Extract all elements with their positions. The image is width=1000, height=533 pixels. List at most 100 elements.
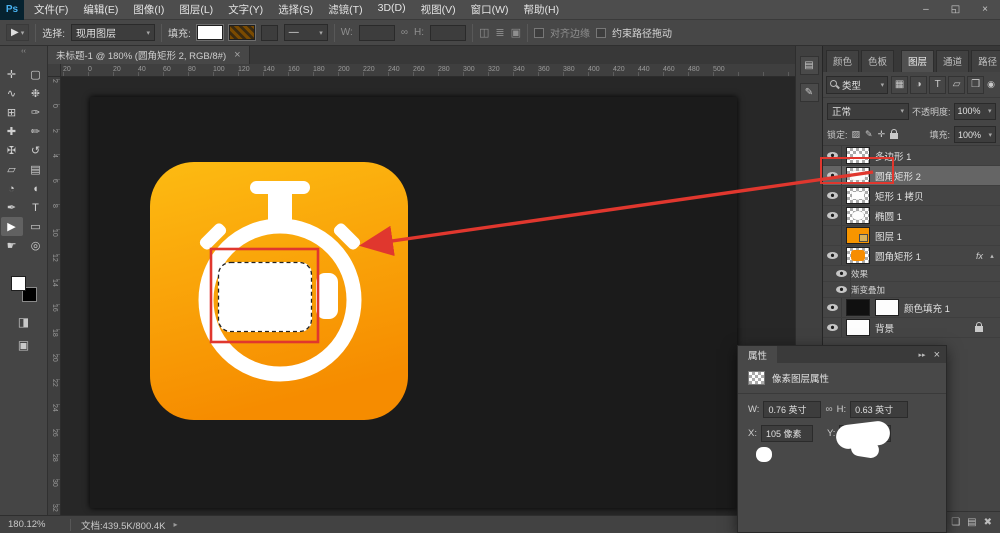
toolbar-collapse-icon[interactable]: ‹‹ <box>21 46 26 57</box>
layer-name[interactable]: 效果 <box>851 268 983 280</box>
type-tool[interactable]: T <box>25 198 47 217</box>
height-field[interactable] <box>430 25 466 41</box>
restore-button[interactable]: ◱ <box>951 4 960 15</box>
layer-row[interactable]: 圆角矩形 2 <box>823 166 1000 186</box>
layer-thumbnail[interactable] <box>846 187 870 204</box>
layer-thumbnail[interactable] <box>846 147 870 164</box>
layer-row[interactable]: 颜色填充 1 <box>823 298 1000 318</box>
layer-row[interactable]: 椭圆 1 <box>823 206 1000 226</box>
lock-icon[interactable] <box>890 133 898 139</box>
filter-pixel-layers-icon[interactable]: ▦ <box>891 76 908 94</box>
lock-icon[interactable]: ✛ <box>878 129 886 140</box>
filter-type-layers-icon[interactable]: T <box>929 76 946 94</box>
link-dimensions-icon[interactable]: ∞ <box>401 27 408 38</box>
link-dimensions-icon[interactable]: ∞ <box>825 404 832 415</box>
align-edges-checkbox[interactable] <box>534 28 544 38</box>
tab-close-icon[interactable]: × <box>234 49 240 61</box>
menu-item[interactable]: 帮助(H) <box>524 2 560 17</box>
quick-select-tool[interactable]: ❉ <box>25 84 47 103</box>
eye-icon[interactable] <box>823 206 842 225</box>
eraser-tool[interactable]: ▱ <box>1 160 23 179</box>
menu-item[interactable]: 编辑(E) <box>83 2 118 17</box>
layer-thumbnail[interactable] <box>846 227 870 244</box>
menu-item[interactable]: 滤镜(T) <box>328 2 362 17</box>
layer-thumbnail[interactable] <box>846 299 870 316</box>
layer-name[interactable]: 渐变叠加 <box>851 284 983 296</box>
stroke-swatch[interactable] <box>229 25 255 40</box>
blur-tool[interactable]: ◔ <box>1 179 23 198</box>
minimize-button[interactable]: – <box>923 4 929 15</box>
prop-x-field[interactable]: 105 像素 <box>761 425 813 442</box>
stroke-width-field[interactable] <box>261 25 278 41</box>
eye-icon[interactable] <box>832 266 851 281</box>
tab-properties[interactable]: 属性 <box>738 346 777 363</box>
filter-shape-layers-icon[interactable]: ▱ <box>948 76 965 94</box>
prop-w-field[interactable]: 0.76 英寸 <box>763 401 821 418</box>
layer-row[interactable]: 图层 1 <box>823 226 1000 246</box>
lock-icon[interactable]: ✎ <box>865 129 873 140</box>
crop-tool[interactable]: ⊞ <box>1 103 23 122</box>
eye-icon[interactable] <box>823 246 842 265</box>
new-layer-icon[interactable]: ▤ <box>967 517 976 528</box>
layer-name[interactable]: 背景 <box>875 321 975 335</box>
constrain-path-checkbox[interactable] <box>596 28 606 38</box>
close-button[interactable]: × <box>982 4 988 15</box>
menu-item[interactable]: 图层(L) <box>179 2 213 17</box>
healing-brush-tool[interactable]: ✚ <box>1 122 23 141</box>
layer-thumbnail[interactable] <box>846 167 870 184</box>
layer-name[interactable]: 圆角矩形 1 <box>875 249 976 263</box>
gradient-tool[interactable]: ▤ <box>25 160 47 179</box>
menu-item[interactable]: 3D(D) <box>378 2 406 17</box>
layer-row[interactable]: 渐变叠加 <box>823 282 1000 298</box>
eye-icon[interactable] <box>823 146 842 165</box>
eye-icon[interactable] <box>823 166 842 185</box>
menu-item[interactable]: 图像(I) <box>133 2 164 17</box>
eye-icon[interactable] <box>832 282 851 297</box>
zoom-level-field[interactable]: 180.12% <box>0 519 70 530</box>
eyedropper-tool[interactable]: ✑ <box>25 103 47 122</box>
history-panel-icon[interactable]: ▤ <box>800 56 819 75</box>
opacity-field[interactable]: 100% ▾ <box>954 103 996 120</box>
eye-icon[interactable] <box>823 298 842 317</box>
eye-icon[interactable] <box>823 226 842 245</box>
layer-row[interactable]: 效果 <box>823 266 1000 282</box>
clone-stamp-tool[interactable]: ✠ <box>1 141 23 160</box>
layer-name[interactable]: 图层 1 <box>875 229 983 243</box>
path-arrange-icon[interactable]: ▣ <box>511 26 521 39</box>
lock-icon[interactable]: ▨ <box>852 129 861 140</box>
menu-item[interactable]: 文件(F) <box>34 2 68 17</box>
stroke-style-dropdown[interactable]: — ▾ <box>284 24 328 41</box>
tab-channels[interactable]: 通道 <box>936 50 969 72</box>
eye-icon[interactable] <box>823 318 842 337</box>
width-field[interactable] <box>359 25 395 41</box>
layer-mask-thumbnail[interactable] <box>875 299 899 316</box>
tool-preset-button[interactable]: ▶ ▾ <box>6 24 29 41</box>
document-tab[interactable]: 未标题-1 @ 180% (圆角矩形 2, RGB/8#) × <box>48 46 250 64</box>
layer-thumbnail[interactable] <box>846 319 870 336</box>
tab-layers[interactable]: 图层 <box>901 50 934 72</box>
layer-name[interactable]: 多边形 1 <box>875 149 983 163</box>
eye-icon[interactable] <box>823 186 842 205</box>
panel-close-icon[interactable]: × <box>934 349 940 361</box>
hand-tool[interactable]: ☛ <box>1 236 23 255</box>
layer-row[interactable]: 背景 <box>823 318 1000 338</box>
zoom-tool[interactable]: ◎ <box>25 236 47 255</box>
menu-item[interactable]: 窗口(W) <box>471 2 509 17</box>
tab-paths[interactable]: 路径 <box>971 50 1000 72</box>
fx-collapse-icon[interactable]: ▴ <box>987 252 997 260</box>
filter-smart-objects-icon[interactable]: ❒ <box>967 76 984 94</box>
foreground-color-swatch[interactable] <box>11 276 26 291</box>
prop-y-field[interactable]: 像素 <box>839 425 891 442</box>
layer-row[interactable]: 圆角矩形 1 fx ▴ <box>823 246 1000 266</box>
path-select-tool[interactable]: ▶ <box>1 217 23 236</box>
path-align-icon[interactable]: ≣ <box>495 26 504 39</box>
prop-h-field[interactable]: 0.63 英寸 <box>850 401 908 418</box>
shape-tool[interactable]: ▭ <box>25 217 47 236</box>
filter-adjustment-layers-icon[interactable]: ◑ <box>910 76 927 94</box>
layer-name[interactable]: 椭圆 1 <box>875 209 983 223</box>
layer-row[interactable]: 多边形 1 <box>823 146 1000 166</box>
layer-thumbnail[interactable] <box>846 207 870 224</box>
menu-item[interactable]: 文字(Y) <box>228 2 263 17</box>
panel-collapse-icon[interactable]: ▸▸ <box>919 351 926 359</box>
status-more-icon[interactable]: ▸ <box>174 520 178 529</box>
